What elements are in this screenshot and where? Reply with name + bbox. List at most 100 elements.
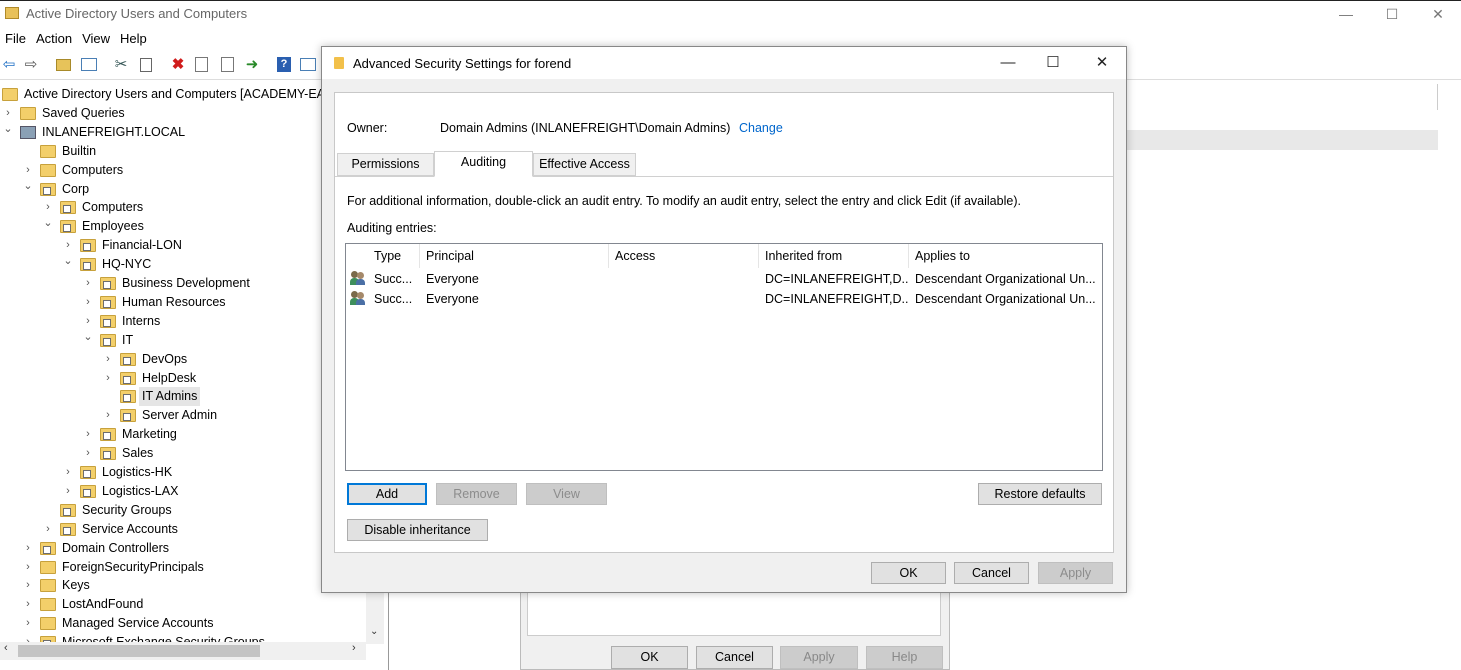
expand-chevron-icon[interactable]: › <box>102 406 114 425</box>
back-arrow-icon[interactable]: ⇦ <box>0 56 18 74</box>
expand-chevron-icon[interactable]: › <box>82 425 94 444</box>
minimize-button[interactable]: — <box>1323 3 1369 25</box>
ou-icon <box>60 522 76 536</box>
main-title-bar: Active Directory Users and Computers — ☐… <box>0 0 1461 28</box>
collapse-chevron-icon[interactable]: ⌄ <box>82 328 94 347</box>
export-list-icon[interactable]: ➜ <box>243 56 261 74</box>
users-group-icon <box>350 271 366 285</box>
properties-ok-button[interactable]: OK <box>611 646 688 669</box>
ou-icon <box>100 314 116 328</box>
disable-inheritance-button[interactable]: Disable inheritance <box>347 519 488 541</box>
folder-icon <box>40 598 56 612</box>
column-header-principal[interactable]: Principal <box>420 244 609 268</box>
tree-item-label: LostAndFound <box>62 597 144 612</box>
column-header-applies-to[interactable]: Applies to <box>909 244 1102 268</box>
tree-item-label: Security Groups <box>82 502 172 517</box>
scroll-left-icon[interactable]: ‹ <box>4 642 8 654</box>
add-button[interactable]: Add <box>347 483 427 505</box>
expand-chevron-icon[interactable]: › <box>22 576 34 595</box>
tree-item-label: Employees <box>82 219 144 234</box>
aduc-icon <box>2 88 18 101</box>
menu-action[interactable]: Action <box>31 28 77 46</box>
cancel-button[interactable]: Cancel <box>954 562 1029 584</box>
properties-apply-button: Apply <box>780 646 858 669</box>
auditing-entries-list[interactable]: Type Principal Access Inherited from App… <box>345 243 1103 471</box>
menu-help[interactable]: Help <box>115 28 152 46</box>
console-icon[interactable] <box>299 56 317 74</box>
expand-chevron-icon[interactable]: › <box>62 482 74 501</box>
scroll-down-icon[interactable]: ⌄ <box>370 626 378 637</box>
folder-lock-icon <box>334 57 344 69</box>
row-inherited-from: DC=INLANEFREIGHT,D... <box>765 272 909 286</box>
column-header-type[interactable]: Type <box>368 244 420 268</box>
properties-cancel-button[interactable]: Cancel <box>696 646 773 669</box>
tab-permissions[interactable]: Permissions <box>337 153 434 176</box>
column-header-inherited-from[interactable]: Inherited from <box>759 244 909 268</box>
tab-auditing[interactable]: Auditing <box>434 151 533 177</box>
close-button[interactable]: ✕ <box>1415 3 1461 25</box>
help-icon[interactable]: ? <box>275 56 293 74</box>
tree-item-label: Domain Controllers <box>62 540 169 555</box>
tree-item-label: Computers <box>62 162 124 177</box>
menu-view[interactable]: View <box>77 28 115 46</box>
collapse-chevron-icon[interactable]: ⌄ <box>42 214 54 233</box>
row-principal: Everyone <box>426 292 479 306</box>
collapse-chevron-icon[interactable]: ⌄ <box>22 177 34 196</box>
dialog-minimize-button[interactable]: — <box>986 51 1030 75</box>
dialog-title: Advanced Security Settings for forend <box>353 56 572 71</box>
copy-icon[interactable] <box>137 56 155 74</box>
row-type: Succ... <box>374 272 413 286</box>
ou-icon <box>80 239 96 253</box>
folder-icon <box>40 163 56 177</box>
forward-arrow-icon[interactable]: ⇨ <box>22 56 40 74</box>
ok-button[interactable]: OK <box>871 562 946 584</box>
row-access <box>615 269 755 289</box>
expand-chevron-icon[interactable]: › <box>22 558 34 577</box>
dialog-maximize-button[interactable]: ☐ <box>1031 51 1075 75</box>
tree-item[interactable]: › LostAndFound <box>0 595 384 614</box>
expand-chevron-icon[interactable]: › <box>22 539 34 558</box>
cut-icon[interactable]: ✂ <box>112 56 130 74</box>
expand-chevron-icon[interactable]: › <box>42 520 54 539</box>
row-applies-to: Descendant Organizational Un... <box>915 272 1096 286</box>
auditing-entries-label: Auditing entries: <box>347 221 437 235</box>
up-folder-icon[interactable] <box>55 56 73 74</box>
expand-chevron-icon[interactable]: › <box>82 293 94 312</box>
expand-chevron-icon[interactable]: › <box>102 369 114 388</box>
collapse-chevron-icon[interactable]: ⌄ <box>62 252 74 271</box>
dialog-close-button[interactable]: ✕ <box>1080 51 1124 75</box>
expand-chevron-icon[interactable]: › <box>82 444 94 463</box>
ou-icon <box>80 484 96 498</box>
tree-item[interactable]: › Managed Service Accounts <box>0 614 384 633</box>
expand-chevron-icon[interactable]: › <box>22 595 34 614</box>
restore-defaults-button[interactable]: Restore defaults <box>978 483 1102 505</box>
horizontal-scroll-thumb[interactable] <box>18 645 260 657</box>
menu-file[interactable]: File <box>0 28 31 46</box>
delete-icon[interactable]: ✖ <box>169 56 187 74</box>
collapse-chevron-icon[interactable]: ⌄ <box>2 120 14 139</box>
advanced-security-dialog: Advanced Security Settings for forend — … <box>321 46 1127 593</box>
expand-chevron-icon[interactable]: › <box>82 274 94 293</box>
maximize-button[interactable]: ☐ <box>1369 3 1415 25</box>
expand-chevron-icon[interactable]: › <box>62 463 74 482</box>
ou-icon <box>80 258 96 272</box>
properties-icon[interactable] <box>193 56 211 74</box>
row-access <box>615 289 755 309</box>
folder-icon <box>40 617 56 631</box>
column-header-access[interactable]: Access <box>609 244 759 268</box>
details-selected-row[interactable] <box>1126 130 1438 150</box>
tree-item-label: Financial-LON <box>102 238 182 253</box>
ou-icon <box>100 295 116 309</box>
scroll-right-icon[interactable]: › <box>352 642 356 654</box>
remove-button: Remove <box>436 483 517 505</box>
tab-effective-access[interactable]: Effective Access <box>533 153 636 176</box>
show-hide-tree-icon[interactable] <box>80 56 98 74</box>
change-owner-link[interactable]: Change <box>739 121 783 135</box>
refresh-icon[interactable] <box>219 56 237 74</box>
expand-chevron-icon[interactable]: › <box>22 614 34 633</box>
details-column-divider <box>1437 84 1438 110</box>
expand-chevron-icon[interactable]: › <box>102 350 114 369</box>
tree-item-label: Business Development <box>122 276 250 290</box>
dialog-title-bar: Advanced Security Settings for forend — … <box>322 47 1126 79</box>
row-principal: Everyone <box>426 272 479 286</box>
